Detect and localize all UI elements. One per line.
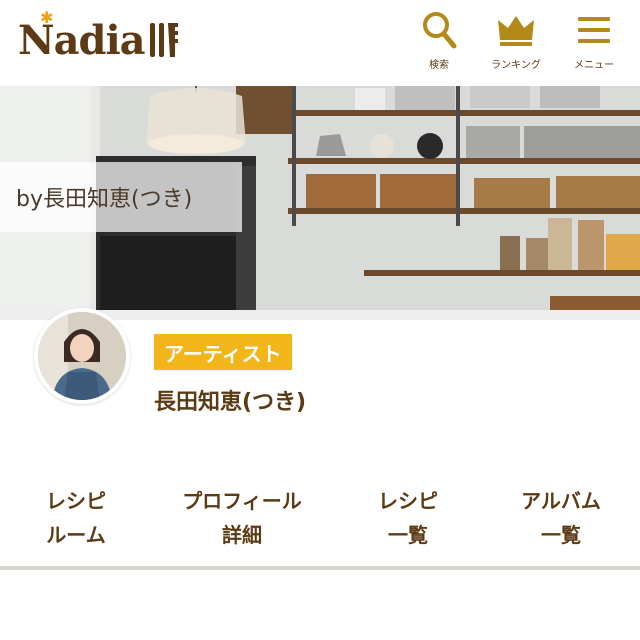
search-icon <box>423 12 457 49</box>
tab-label-line2: 詳細 <box>222 523 262 547</box>
search-label: 検索 <box>429 60 449 71</box>
hamburger-menu-icon <box>578 17 610 43</box>
crown-icon <box>498 16 534 46</box>
profile-name: 長田知恵(つき) <box>154 390 307 415</box>
menu-label: メニュー <box>574 60 614 71</box>
tab-label-line1: プロフィール <box>182 489 302 513</box>
by-author-label: by長田知恵(つき) <box>16 187 193 212</box>
ranking-label: ランキング <box>491 60 541 71</box>
menu-button[interactable]: メニュー <box>560 8 628 72</box>
tabs-divider <box>0 566 640 570</box>
tab-label-line1: レシピ <box>46 489 106 513</box>
tab-label-line2: 一覧 <box>541 523 581 547</box>
avatar-photo <box>38 312 126 400</box>
tab-label-line2: ルーム <box>46 523 106 547</box>
tab-album-list[interactable]: アルバム 一覧 <box>506 484 616 552</box>
author-overlay: by長田知恵(つき) <box>0 162 242 232</box>
nadia-logo[interactable]: ✱ Nadia <box>18 10 181 68</box>
tab-profile-detail[interactable]: プロフィール 詳細 <box>172 484 312 552</box>
tab-recipe-room[interactable]: レシピ ルーム <box>26 484 126 552</box>
artist-badge-label: アーティスト <box>164 341 282 366</box>
app-header: ✱ Nadia 検索 ランキング メニュー <box>0 0 640 86</box>
artist-badge: アーティスト <box>154 334 292 370</box>
ranking-button[interactable]: ランキング <box>482 8 550 72</box>
fork-icon <box>149 23 178 57</box>
search-button[interactable]: 検索 <box>405 8 473 72</box>
avatar[interactable] <box>34 308 130 404</box>
logo-text: Nadia <box>18 16 146 64</box>
tab-label-line1: レシピ <box>378 489 438 513</box>
tab-label-line1: アルバム <box>521 489 601 513</box>
profile-tabs: レシピ ルーム プロフィール 詳細 レシピ 一覧 アルバム 一覧 <box>0 466 640 570</box>
cover-image: by長田知恵(つき) <box>0 86 640 320</box>
tab-label-line2: 一覧 <box>388 523 428 547</box>
tab-recipe-list[interactable]: レシピ 一覧 <box>358 484 458 552</box>
